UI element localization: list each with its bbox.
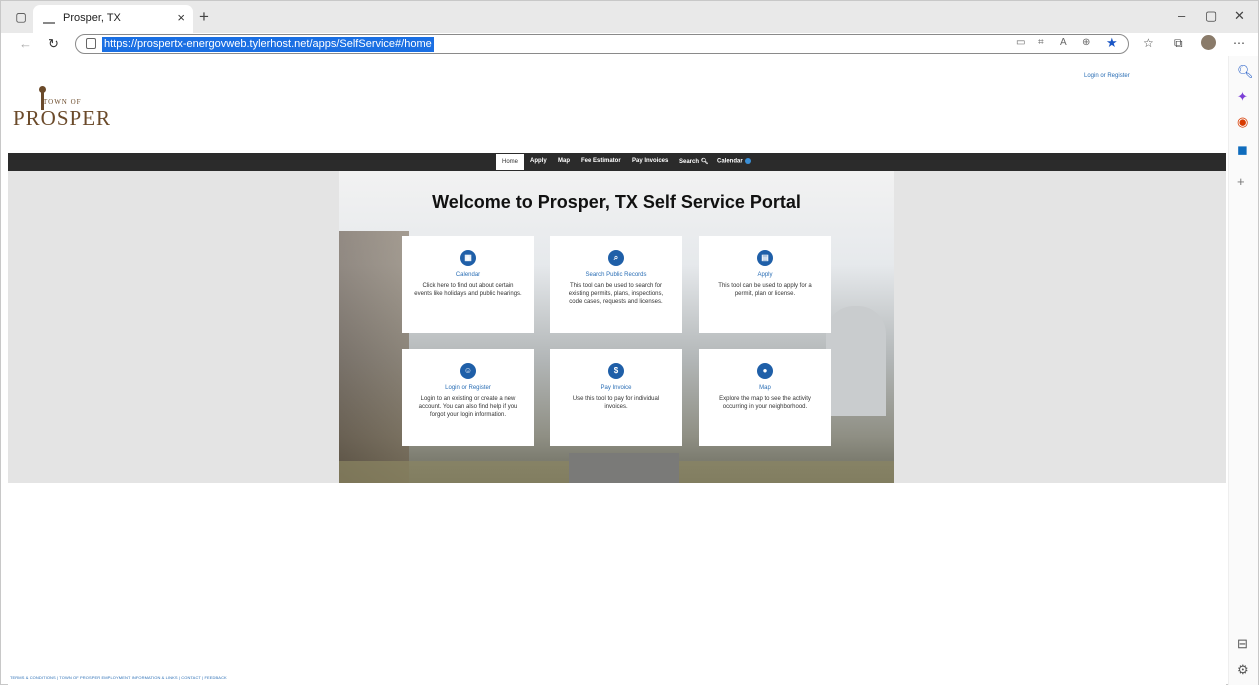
office-icon[interactable]: ◉ — [1237, 114, 1248, 130]
footer-links[interactable]: TERMS & CONDITIONS | TOWN OF PROSPER EMP… — [10, 675, 227, 680]
favorite-star-icon[interactable]: ★ — [1106, 35, 1118, 51]
nav-pay-invoices[interactable]: Pay Invoices — [632, 158, 668, 164]
logo-name: PROSPER — [13, 106, 112, 130]
close-window-button[interactable]: ✕ — [1234, 8, 1245, 24]
card-description: Explore the map to see the activity occu… — [719, 396, 811, 410]
url-text[interactable]: https://prospertx-energovweb.tylerhost.n… — [102, 37, 434, 52]
card-title: Search Public Records — [585, 272, 647, 278]
card-description: Click here to find out about certain eve… — [414, 283, 522, 297]
favicon — [43, 14, 55, 24]
read-aloud-icon[interactable]: A — [1060, 37, 1067, 48]
nav-map[interactable]: Map — [558, 158, 570, 164]
collections-icon[interactable]: ⧉ — [1174, 36, 1183, 51]
map-pin-icon: ● — [757, 363, 773, 379]
card-calendar[interactable]: ▦ Calendar Click here to find out about … — [402, 236, 534, 333]
browser-window: ▢ Prosper, TX × + – ▢ ✕ ← ↻ https://pros… — [0, 0, 1259, 685]
tree-silhouette — [339, 231, 409, 483]
card-login-register[interactable]: ☺ Login or Register Login to an existing… — [402, 349, 534, 446]
close-tab-icon[interactable]: × — [177, 10, 185, 25]
dollar-icon: $ — [608, 363, 624, 379]
more-menu-icon[interactable]: ⋯ — [1233, 36, 1245, 50]
nav-apply[interactable]: Apply — [530, 158, 547, 164]
card-title: Calendar — [455, 272, 481, 278]
card-description: This tool can be used to search for exis… — [568, 283, 664, 305]
refresh-icon[interactable]: ↻ — [48, 36, 59, 52]
reader-icon[interactable]: ▭ — [1016, 37, 1025, 48]
town-logo[interactable]: TOWN OF PROSPER — [13, 86, 123, 136]
search-icon: ⌕ — [608, 250, 624, 266]
lock-icon — [86, 38, 96, 49]
favorites-icon[interactable]: ☆ — [1143, 36, 1154, 50]
edge-sidebar: 🔍︎ ✦ ◉ ◼ + ⊟ ⚙ — [1228, 56, 1258, 685]
zoom-icon[interactable]: ⊕ — [1082, 37, 1090, 48]
logo-town-of: TOWN OF — [43, 98, 82, 106]
water-tower — [826, 306, 886, 416]
card-apply[interactable]: ▤ Apply This tool can be used to apply f… — [699, 236, 831, 333]
web-page: TOWN OF PROSPER Login or Register Home A… — [8, 56, 1226, 685]
nav-calendar-label: Calendar — [717, 158, 743, 165]
nav-search-label: Search — [679, 159, 700, 165]
minimize-button[interactable]: – — [1178, 8, 1185, 23]
card-title: Login or Register — [445, 385, 491, 391]
card-pay-invoice[interactable]: $ Pay Invoice Use this tool to pay for i… — [550, 349, 682, 446]
browser-toolbar: ← ↻ https://prospertx-energovweb.tylerho… — [1, 33, 1258, 55]
back-icon[interactable]: ← — [19, 36, 32, 51]
card-description: This tool can be used to apply for a per… — [718, 283, 812, 297]
tab-strip: ▢ Prosper, TX × + – ▢ ✕ — [1, 1, 1258, 33]
tab-title: Prosper, TX — [63, 12, 121, 24]
card-description: Login to an existing or create a new acc… — [418, 396, 518, 418]
profile-avatar[interactable] — [1201, 35, 1216, 50]
card-map[interactable]: ● Map Explore the map to see the activit… — [699, 349, 831, 446]
card-title: Map — [759, 385, 771, 391]
card-description: Use this tool to pay for individual invo… — [572, 396, 660, 410]
new-tab-button[interactable]: + — [199, 7, 209, 27]
address-bar[interactable]: https://prospertx-energovweb.tylerhost.n… — [75, 34, 1129, 54]
outlook-icon[interactable]: ◼ — [1237, 142, 1248, 158]
add-icon[interactable]: + — [1237, 174, 1245, 189]
sidebar-layout-icon[interactable]: ⊟ — [1237, 636, 1248, 652]
settings-icon[interactable]: ⚙ — [1237, 662, 1249, 678]
clipboard-icon: ▤ — [757, 250, 773, 266]
calendar-badge-icon — [744, 158, 751, 164]
tab-actions-icon[interactable]: ▢ — [11, 8, 31, 26]
app-icon[interactable]: ⌗ — [1038, 37, 1044, 48]
login-register-link[interactable]: Login or Register — [1084, 73, 1130, 79]
browser-tab[interactable]: Prosper, TX × — [33, 5, 193, 33]
search-icon: 🔍︎ — [700, 159, 709, 165]
nav-home[interactable]: Home — [496, 154, 524, 170]
card-search-public-records[interactable]: ⌕ Search Public Records This tool can be… — [550, 236, 682, 333]
road — [569, 453, 679, 483]
maximize-button[interactable]: ▢ — [1205, 8, 1217, 24]
nav-fee-estimator[interactable]: Fee Estimator — [581, 158, 621, 164]
users-icon: ☺ — [460, 363, 476, 379]
copilot-icon[interactable]: ✦ — [1237, 89, 1248, 105]
card-title: Pay Invoice — [600, 385, 632, 391]
nav-search[interactable]: Search 🔍︎ — [679, 158, 708, 165]
calendar-icon: ▦ — [460, 250, 476, 266]
welcome-heading: Welcome to Prosper, TX Self Service Port… — [432, 192, 801, 212]
card-title: Apply — [757, 272, 773, 278]
main-nav: Home Apply Map Fee Estimator Pay Invoice… — [8, 153, 1226, 171]
nav-calendar[interactable]: Calendar — [717, 158, 751, 165]
search-icon[interactable]: 🔍︎ — [1237, 64, 1254, 80]
